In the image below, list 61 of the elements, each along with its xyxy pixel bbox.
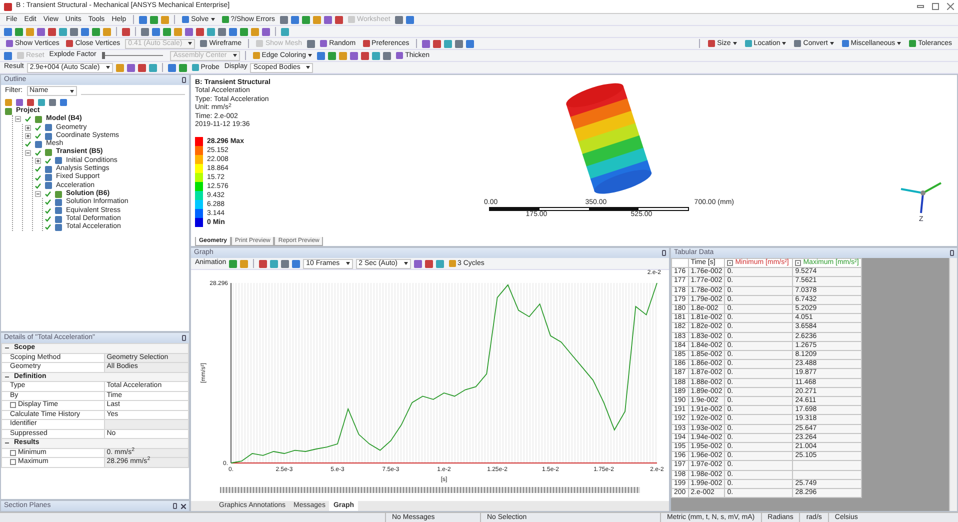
checkbox[interactable] [10,459,16,466]
maximize-icon[interactable] [932,3,939,10]
caret-icon [210,18,215,21]
button-icon [66,40,74,47]
scrollbar[interactable] [949,258,957,511]
caret-icon [106,66,110,69]
tree-node-icon [55,157,62,164]
minimize-icon[interactable] [917,5,924,8]
pin-icon[interactable] [182,335,186,341]
caret-icon [308,54,312,57]
expand-icon[interactable] [35,158,41,164]
checkbox[interactable] [727,260,734,266]
checkbox[interactable] [10,402,16,408]
button-icon [348,16,355,23]
checkbox[interactable] [795,260,802,266]
button-icon [192,64,199,71]
caret-icon [782,42,786,45]
pin-icon[interactable] [662,250,666,256]
collapse-icon[interactable] [4,374,10,380]
caret-icon [232,54,237,57]
pin-icon[interactable] [182,77,186,83]
caret-icon [732,42,737,45]
pin-icon[interactable] [173,503,177,509]
tree-node-icon [35,140,42,148]
expand-icon[interactable] [25,124,31,131]
collapse-icon[interactable] [15,116,21,122]
button-icon [320,40,328,47]
collapse-icon[interactable] [4,345,10,352]
button-icon [362,40,370,47]
button-icon [448,260,456,267]
button-icon [222,16,229,23]
caret-icon [188,42,192,45]
tree-node-icon [45,149,52,156]
collapse-icon[interactable] [25,150,31,156]
button-icon [200,40,208,47]
toolbar-icon[interactable] [122,28,130,36]
button-icon [744,40,752,47]
app-icon [4,2,12,10]
button-icon [842,40,849,47]
tree-node-icon [5,108,12,115]
caret-icon [70,90,74,92]
caret-icon [404,262,408,265]
tree-node-icon [35,116,42,123]
button-icon [794,40,802,47]
collapse-icon[interactable] [35,191,41,198]
caret-icon [306,66,310,69]
pin-icon[interactable] [950,250,954,256]
caret-icon [897,42,902,45]
button-icon [396,52,404,59]
button-icon [182,16,190,23]
caret-icon [830,42,834,45]
button-icon [909,40,916,47]
caret-icon [346,262,350,265]
button-icon [708,40,716,47]
checkbox[interactable] [10,450,16,456]
slider-thumb[interactable] [102,52,106,59]
collapse-icon[interactable] [4,440,10,446]
close-icon[interactable] [181,504,186,508]
close-icon[interactable] [947,3,954,10]
expand-icon[interactable] [25,133,31,140]
toolbar-icon[interactable] [4,52,12,60]
